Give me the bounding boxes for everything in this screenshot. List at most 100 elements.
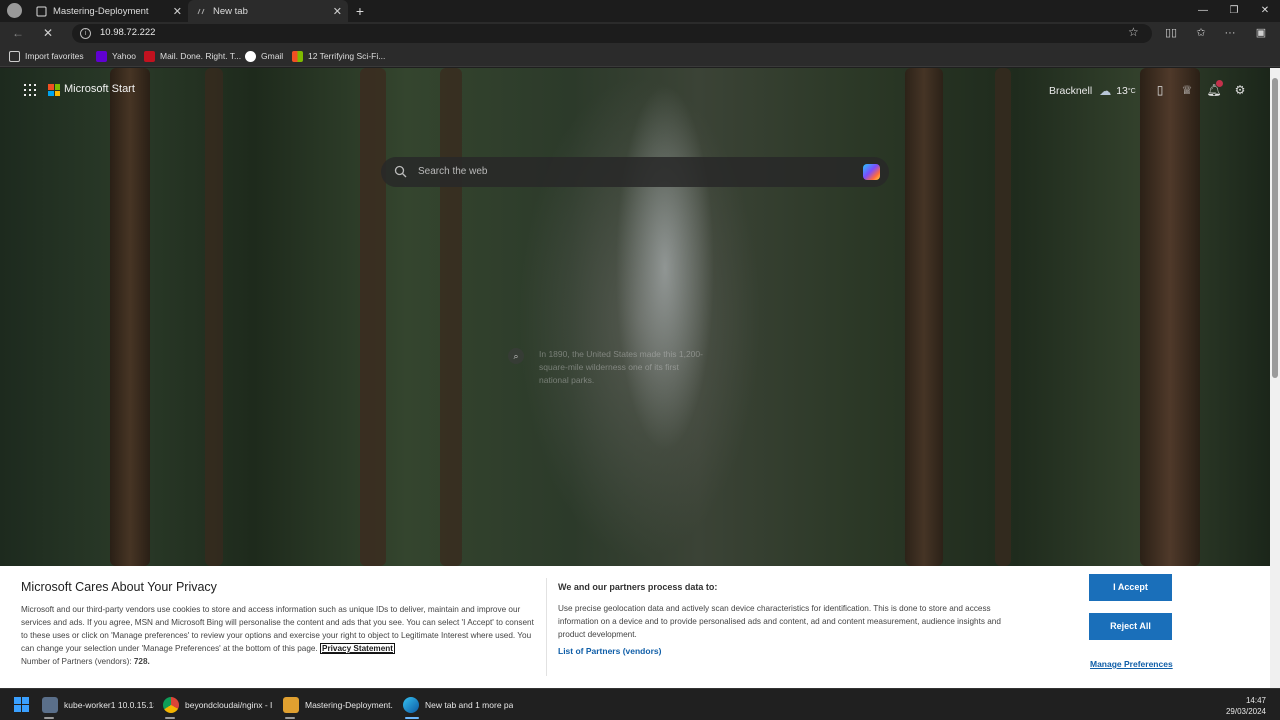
active-indicator: [405, 717, 419, 719]
yahoo-icon: [96, 50, 107, 62]
taskbar-item-mastering[interactable]: Mastering-Deployment.: [283, 696, 393, 714]
favorite-label: Import favorites: [25, 51, 84, 61]
clock-time: 14:47: [1245, 696, 1266, 705]
data-processing-heading: We and our partners process data to:: [558, 582, 718, 592]
tab-new-tab[interactable]: New tab ✕: [188, 0, 348, 22]
weather-widget[interactable]: Bracknell ☁ 13 °C: [1049, 84, 1136, 98]
weather-location: Bracknell: [1049, 85, 1093, 97]
system-clock[interactable]: 14:47 29/03/2024: [1226, 695, 1266, 717]
list-of-partners-link[interactable]: List of Partners (vendors): [558, 646, 661, 656]
favorites-bar: Import favorites Yahoo Mail. Done. Right…: [0, 45, 1280, 67]
favorite-item-yahoo[interactable]: Yahoo: [96, 49, 136, 63]
edge-icon: [403, 697, 419, 713]
privacy-banner: Microsoft Cares About Your Privacy Micro…: [0, 566, 1270, 688]
weather-temperature: 13: [1116, 85, 1128, 97]
search-input[interactable]: Search the web: [418, 166, 488, 177]
active-indicator: [165, 717, 175, 719]
privacy-body: Microsoft and our third-party vendors us…: [21, 603, 541, 668]
taskbar-item-remote[interactable]: kube-worker1 10.0.15.13: [42, 696, 154, 714]
stop-loading-button[interactable]: ✕: [40, 25, 56, 41]
import-icon: [9, 50, 20, 62]
favorite-item-gmail[interactable]: Gmail: [245, 49, 283, 63]
microsoft-logo-icon: [48, 84, 60, 96]
remote-desktop-icon: [42, 697, 58, 713]
privacy-title: Microsoft Cares About Your Privacy: [21, 580, 217, 594]
url-text[interactable]: 10.98.72.222: [100, 27, 155, 38]
favorite-item-mail[interactable]: Mail. Done. Right. T...: [144, 49, 241, 63]
address-bar[interactable]: i 10.98.72.222 ☆: [72, 24, 1152, 43]
notification-badge: [1216, 80, 1223, 87]
close-icon[interactable]: ✕: [173, 5, 182, 18]
document-icon: [36, 6, 47, 16]
active-indicator: [44, 717, 54, 719]
taskbar-item-edge[interactable]: New tab and 1 more pa: [403, 696, 513, 714]
close-window-button[interactable]: ✕: [1250, 2, 1280, 20]
apps-grid-icon[interactable]: [24, 84, 36, 96]
favorite-star-icon[interactable]: ☆: [1128, 25, 1139, 39]
active-indicator: [285, 717, 295, 719]
back-button[interactable]: ←: [10, 25, 26, 41]
split-screen-icon[interactable]: ▯▯: [1163, 25, 1179, 41]
weather-unit: °C: [1127, 87, 1136, 95]
favorite-label: Mail. Done. Right. T...: [160, 51, 242, 61]
background-image-part: [1140, 68, 1200, 566]
background-image-part: [905, 68, 943, 566]
favorite-label: Yahoo: [112, 51, 136, 61]
taskbar-item-chrome[interactable]: beyondcloudai/nginx - I: [163, 696, 273, 714]
background-image: [110, 68, 150, 566]
taskbar-label: kube-worker1 10.0.15.13: [64, 700, 154, 710]
windows-start-icon[interactable]: [14, 697, 29, 712]
tab-title: Mastering-Deployment: [53, 5, 149, 17]
favorites-icon[interactable]: ✩: [1193, 25, 1209, 41]
favorite-item-import[interactable]: Import favorites: [9, 49, 84, 63]
site-info-icon[interactable]: i: [80, 28, 91, 39]
chrome-icon: [163, 697, 179, 713]
copilot-icon[interactable]: [863, 164, 880, 180]
profile-avatar[interactable]: [7, 3, 22, 18]
reject-all-button[interactable]: Reject All: [1089, 613, 1172, 640]
background-image-part: [995, 68, 1011, 566]
more-menu-icon[interactable]: ···: [1222, 25, 1238, 41]
taskbar-label: Mastering-Deployment.: [305, 700, 393, 710]
privacy-body-text: Microsoft and our third-party vendors us…: [21, 605, 534, 653]
google-icon: [245, 50, 256, 62]
data-processing-text: Use precise geolocation data and activel…: [558, 604, 1001, 639]
taskbar-label: beyondcloudai/nginx - I: [185, 700, 273, 710]
taskbar: kube-worker1 10.0.15.13 beyondcloudai/ng…: [0, 688, 1280, 720]
background-image-part: [440, 68, 462, 566]
minimize-button[interactable]: —: [1188, 2, 1218, 20]
msn-icon: [292, 50, 303, 62]
app-icon: [283, 697, 299, 713]
settings-gear-icon[interactable]: ⚙: [1232, 82, 1248, 98]
mobile-app-icon[interactable]: ▯: [1152, 82, 1168, 98]
partners-label: Number of Partners (vendors):: [21, 657, 132, 666]
divider: [546, 578, 547, 676]
favorite-label: 12 Terrifying Sci-Fi...: [308, 51, 386, 61]
partners-count: 728.: [133, 657, 150, 666]
tab-mastering-deployment[interactable]: Mastering-Deployment ✕: [28, 0, 188, 22]
scrollbar-thumb[interactable]: [1272, 78, 1278, 378]
search-box[interactable]: Search the web: [381, 157, 889, 187]
background-image-part: [205, 68, 223, 566]
background-image-part: [360, 68, 386, 566]
restore-button[interactable]: ❐: [1219, 2, 1249, 20]
rewards-icon[interactable]: ♕: [1179, 82, 1195, 98]
image-fact-text[interactable]: In 1890, the United States made this 1,2…: [539, 348, 709, 387]
image-info-icon[interactable]: ⌕: [508, 348, 524, 364]
search-icon: [394, 165, 407, 178]
tab-title: New tab: [213, 5, 248, 17]
clock-date: 29/03/2024: [1225, 707, 1266, 716]
loading-icon: [197, 8, 205, 14]
manage-preferences-link[interactable]: Manage Preferences: [1090, 659, 1173, 669]
favorite-item-scifi[interactable]: 12 Terrifying Sci-Fi...: [292, 49, 385, 63]
start-page: Microsoft Start Bracknell ☁ 13 °C ▯ ♕ 🔔︎…: [0, 68, 1270, 566]
accept-button[interactable]: I Accept: [1089, 574, 1172, 601]
page-scrollbar[interactable]: [1270, 68, 1280, 688]
mail-icon: [144, 50, 155, 62]
brand-title[interactable]: Microsoft Start: [64, 83, 135, 95]
close-icon[interactable]: ✕: [333, 5, 342, 18]
sidebar-toggle-icon[interactable]: ▣: [1253, 25, 1269, 41]
title-bar: Mastering-Deployment ✕ New tab ✕ + — ❐ ✕: [0, 0, 1280, 22]
new-tab-button[interactable]: +: [352, 3, 368, 19]
privacy-statement-link[interactable]: Privacy Statement: [319, 643, 395, 654]
